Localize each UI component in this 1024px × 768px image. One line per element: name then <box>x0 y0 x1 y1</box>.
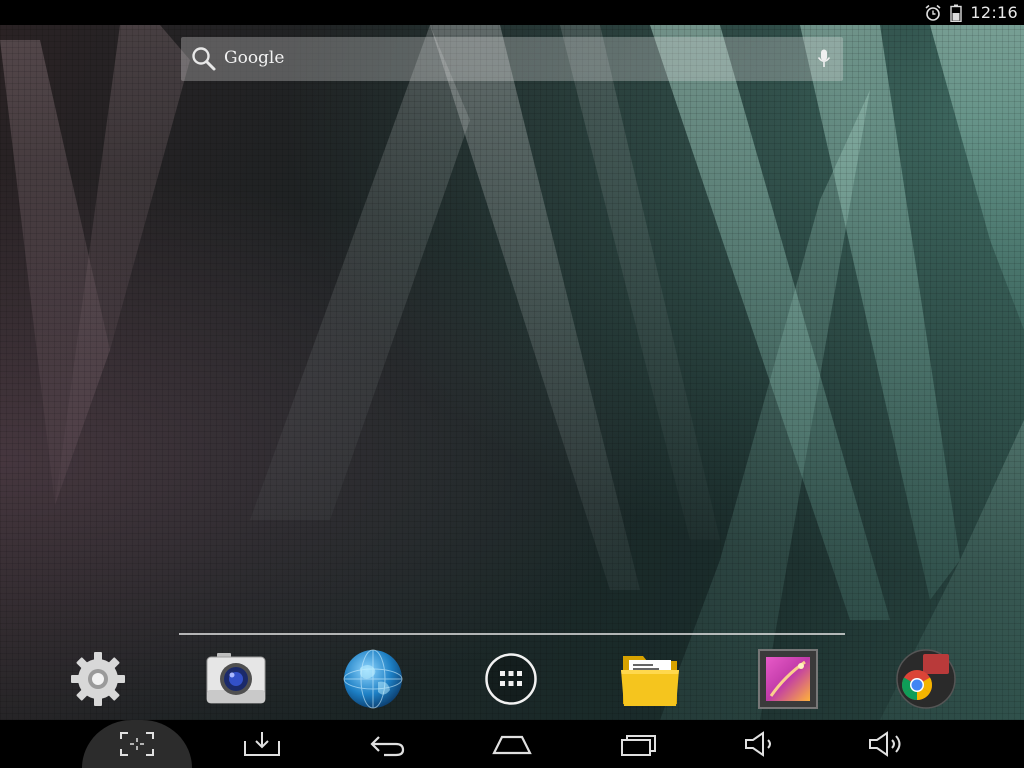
search-icon <box>191 46 217 76</box>
volume-down-icon <box>745 731 771 757</box>
download-icon <box>244 732 280 756</box>
recent-apps-button[interactable] <box>609 720 669 768</box>
download-button[interactable] <box>232 720 292 768</box>
dock-divider <box>179 633 845 635</box>
screenshot-icon <box>120 732 154 756</box>
recent-apps-icon <box>621 735 656 756</box>
app-drawer-button[interactable] <box>480 648 542 710</box>
gear-icon <box>71 652 125 706</box>
camera-app-icon[interactable] <box>205 648 267 710</box>
home-button[interactable] <box>482 720 542 768</box>
back-icon <box>370 736 405 757</box>
clock: 12:16 <box>970 3 1018 22</box>
screenshot-button[interactable] <box>107 720 167 768</box>
search-label: Google <box>224 48 285 68</box>
microphone-icon[interactable] <box>817 49 831 73</box>
globe-icon <box>343 649 403 709</box>
status-bar: 12:16 <box>0 0 1024 25</box>
volume-up-button[interactable] <box>857 720 917 768</box>
back-button[interactable] <box>357 720 417 768</box>
status-indicators: 12:16 <box>924 0 1018 25</box>
camera-icon <box>206 653 266 704</box>
app-drawer-icon <box>485 653 537 705</box>
alarm-icon <box>924 4 942 22</box>
google-search-bar[interactable]: Google <box>181 37 843 81</box>
battery-icon <box>950 4 963 22</box>
volume-up-icon <box>869 731 901 757</box>
gallery-app-icon[interactable] <box>757 648 819 710</box>
chrome-icon <box>896 649 956 709</box>
settings-app-icon[interactable] <box>67 648 129 710</box>
file-manager-app-icon[interactable] <box>619 648 681 710</box>
gallery-icon <box>758 649 818 709</box>
home-icon <box>492 735 532 755</box>
folder-icon <box>621 656 679 706</box>
chrome-app-icon[interactable] <box>895 648 957 710</box>
browser-app-icon[interactable] <box>342 648 404 710</box>
volume-down-button[interactable] <box>731 720 791 768</box>
